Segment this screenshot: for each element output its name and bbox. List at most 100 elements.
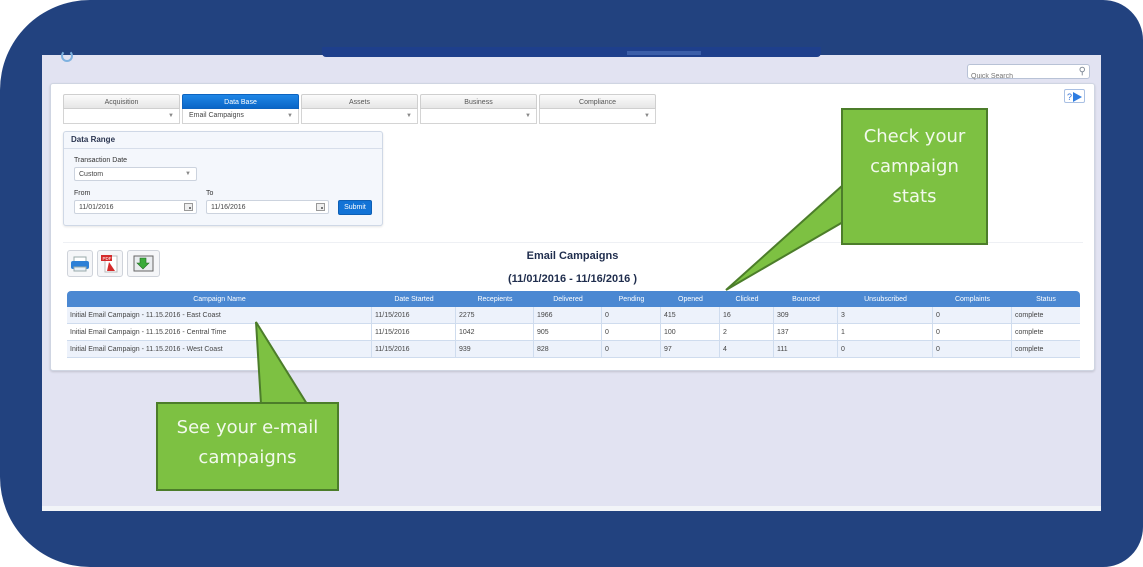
col-pending[interactable]: Pending (602, 291, 661, 307)
submit-button[interactable]: Submit (338, 200, 372, 215)
calendar-icon[interactable] (184, 203, 193, 211)
device-frame: ⚲ ? Acquisition ▼ Data Base Email Campai… (0, 0, 1143, 567)
report-subtitle: (11/01/2016 - 11/16/2016 ) (507, 273, 638, 285)
cell-unsubscribed: 3 (838, 307, 933, 324)
chevron-down-icon: ▼ (287, 113, 293, 119)
select-value: Custom (79, 171, 104, 178)
tab-assets[interactable]: Assets (301, 94, 418, 109)
data-range-title: Data Range (64, 132, 382, 149)
cell-status: complete (1012, 341, 1080, 358)
col-delivered[interactable]: Delivered (534, 291, 602, 307)
category-assets: Assets ▼ (301, 94, 418, 124)
acquisition-select[interactable]: ▼ (63, 109, 180, 124)
chevron-down-icon: ▼ (644, 113, 650, 119)
col-opened[interactable]: Opened (661, 291, 720, 307)
logo-icon (61, 50, 73, 62)
cell-opened: 415 (661, 307, 720, 324)
compliance-select[interactable]: ▼ (539, 109, 656, 124)
category-acquisition: Acquisition ▼ (63, 94, 180, 124)
business-select[interactable]: ▼ (420, 109, 537, 124)
cell-unsubscribed: 1 (838, 324, 933, 341)
cell-unsubscribed: 0 (838, 341, 933, 358)
play-arrow-icon (1073, 92, 1082, 102)
from-label: From (74, 190, 91, 197)
stats-callout: Check your campaign stats (841, 108, 988, 245)
quick-search-box[interactable]: ⚲ (967, 64, 1090, 83)
from-date-input[interactable]: 11/01/2016 (74, 200, 197, 214)
screen-bottom-bar (42, 506, 1101, 511)
category-compliance: Compliance ▼ (539, 94, 656, 124)
to-date-value: 11/16/2016 (211, 204, 246, 211)
table-header-row: Campaign Name Date Started Recepients De… (67, 291, 1080, 307)
data-range-box: Data Range Transaction Date Custom ▼ Fro… (63, 131, 383, 226)
cell-pending: 0 (602, 341, 661, 358)
to-date-input[interactable]: 11/16/2016 (206, 200, 329, 214)
cell-pending: 0 (602, 324, 661, 341)
tab-data-base[interactable]: Data Base (182, 94, 299, 109)
cell-recipients: 1042 (456, 324, 534, 341)
cell-status: complete (1012, 307, 1080, 324)
tab-business[interactable]: Business (420, 94, 537, 109)
help-question-label: ? (1067, 92, 1073, 102)
chevron-down-icon: ▼ (168, 113, 174, 119)
category-database: Data Base Email Campaigns ▼ (182, 94, 299, 124)
cell-clicked: 16 (720, 307, 774, 324)
col-unsubscribed[interactable]: Unsubscribed (838, 291, 933, 307)
top-nav-active-indicator (627, 51, 701, 55)
cell-campaign-name[interactable]: Initial Email Campaign - 11.15.2016 - Ea… (67, 307, 372, 324)
cell-campaign-name[interactable]: Initial Email Campaign - 11.15.2016 - We… (67, 341, 372, 358)
cell-opened: 100 (661, 324, 720, 341)
tab-compliance[interactable]: Compliance (539, 94, 656, 109)
quick-search-input[interactable] (968, 70, 1071, 83)
cell-delivered: 828 (534, 341, 602, 358)
chevron-down-icon: ▼ (525, 113, 531, 119)
cell-bounced: 111 (774, 341, 838, 358)
cell-date-started: 11/15/2016 (372, 341, 456, 358)
cell-complaints: 0 (933, 324, 1012, 341)
cell-bounced: 137 (774, 324, 838, 341)
top-navigation-bar[interactable] (322, 47, 821, 57)
cell-delivered: 905 (534, 324, 602, 341)
table-row[interactable]: Initial Email Campaign - 11.15.2016 - Ce… (67, 324, 1080, 341)
assets-select[interactable]: ▼ (301, 109, 418, 124)
cell-bounced: 309 (774, 307, 838, 324)
cell-date-started: 11/15/2016 (372, 307, 456, 324)
table-row[interactable]: Initial Email Campaign - 11.15.2016 - Ea… (67, 307, 1080, 324)
transaction-date-label: Transaction Date (74, 157, 128, 164)
chevron-down-icon: ▼ (406, 113, 412, 119)
col-bounced[interactable]: Bounced (774, 291, 838, 307)
cell-complaints: 0 (933, 307, 1012, 324)
table-row[interactable]: Initial Email Campaign - 11.15.2016 - We… (67, 341, 1080, 358)
tab-acquisition[interactable]: Acquisition (63, 94, 180, 109)
chevron-down-icon: ▼ (185, 171, 191, 177)
cell-recipients: 2275 (456, 307, 534, 324)
campaigns-callout: See your e-mail campaigns (156, 402, 339, 491)
col-campaign-name[interactable]: Campaign Name (67, 291, 372, 307)
magnifier-icon[interactable]: ⚲ (1079, 66, 1086, 78)
calendar-icon[interactable] (316, 203, 325, 211)
cell-clicked: 2 (720, 324, 774, 341)
help-button[interactable]: ? (1064, 89, 1085, 103)
cell-date-started: 11/15/2016 (372, 324, 456, 341)
cell-delivered: 1966 (534, 307, 602, 324)
cell-campaign-name[interactable]: Initial Email Campaign - 11.15.2016 - Ce… (67, 324, 372, 341)
cell-pending: 0 (602, 307, 661, 324)
from-date-value: 11/01/2016 (79, 204, 114, 211)
category-business: Business ▼ (420, 94, 537, 124)
col-clicked[interactable]: Clicked (720, 291, 774, 307)
campaigns-table: Campaign Name Date Started Recepients De… (67, 291, 1080, 358)
select-value: Email Campaigns (189, 112, 244, 119)
to-label: To (206, 190, 214, 197)
data-base-select[interactable]: Email Campaigns ▼ (182, 109, 299, 124)
cell-status: complete (1012, 324, 1080, 341)
col-date-started[interactable]: Date Started (372, 291, 456, 307)
cell-clicked: 4 (720, 341, 774, 358)
cell-opened: 97 (661, 341, 720, 358)
col-status[interactable]: Status (1012, 291, 1080, 307)
transaction-date-select[interactable]: Custom ▼ (74, 167, 197, 181)
report-title: Email Campaigns (526, 250, 619, 262)
cell-recipients: 939 (456, 341, 534, 358)
col-recipients[interactable]: Recepients (456, 291, 534, 307)
col-complaints[interactable]: Complaints (933, 291, 1012, 307)
cell-complaints: 0 (933, 341, 1012, 358)
